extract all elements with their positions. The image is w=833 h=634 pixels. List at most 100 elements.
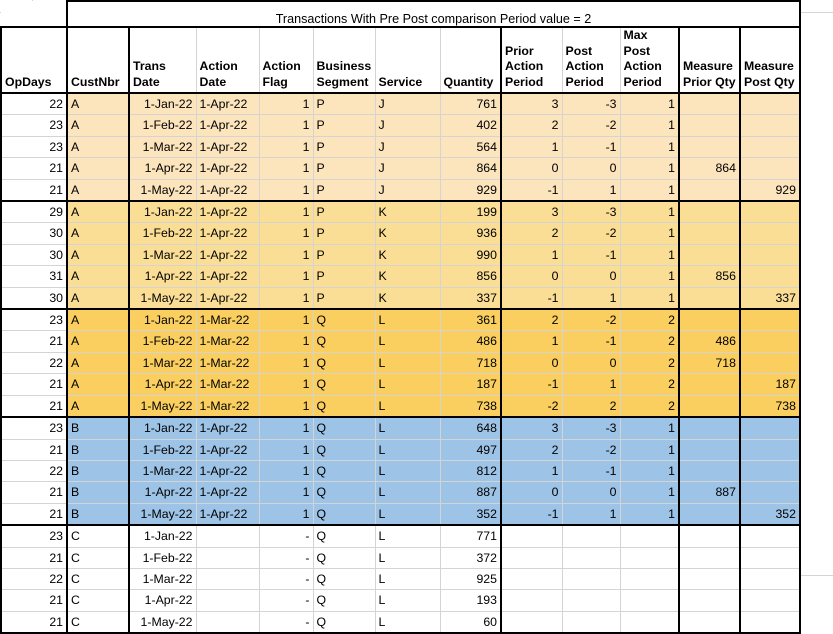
cell-opdays[interactable]: 23 [0, 524, 68, 548]
cell-service[interactable]: J [375, 136, 441, 159]
cell-action_date[interactable]: 1-Apr-22 [196, 200, 260, 224]
cell-custnbr[interactable]: A [67, 222, 130, 245]
cell-max_post_action[interactable]: 1 [620, 287, 680, 311]
cell-prior_action[interactable]: 1 [501, 460, 563, 483]
cell-post_action[interactable]: 0 [562, 157, 621, 180]
cell-business_segment[interactable]: P [313, 265, 376, 288]
cell-post_action[interactable]: 1 [562, 287, 621, 311]
cell-max_post_action[interactable]: 1 [620, 265, 680, 288]
table-row[interactable]: 21 A 1-Feb-22 1-Mar-22 1 Q L 486 1 -1 2 486 [0, 330, 801, 353]
table-row[interactable]: 22 B 1-Mar-22 1-Apr-22 1 Q L 812 1 -1 1 [0, 460, 801, 483]
cell-prior_action[interactable]: 0 [501, 352, 563, 375]
cell-opdays[interactable]: 21 [0, 503, 68, 527]
column-header-post_action[interactable]: Post Action Period [562, 26, 621, 94]
cell-action_date[interactable]: 1-Apr-22 [196, 157, 260, 180]
cell-action_flag[interactable]: 1 [259, 244, 314, 267]
cell-action_date[interactable]: 1-Apr-22 [196, 439, 260, 461]
cell-business_segment[interactable]: P [313, 114, 376, 137]
cell-opdays[interactable]: 21 [0, 395, 68, 419]
cell-custnbr[interactable]: B [67, 460, 130, 483]
cell-post_action[interactable]: 2 [562, 395, 621, 419]
cell-trans_date[interactable]: 1-Jan-22 [129, 92, 197, 116]
cell-quantity[interactable]: 60 [440, 611, 502, 634]
cell-prior_action[interactable]: 1 [501, 136, 563, 159]
cell-measure_prior[interactable]: 856 [679, 265, 741, 288]
cell-service[interactable]: K [375, 287, 441, 311]
cell-prior_action[interactable] [501, 547, 563, 569]
cell-max_post_action[interactable]: 2 [620, 352, 680, 375]
cell-action_flag[interactable]: 1 [259, 439, 314, 461]
cell-service[interactable]: L [375, 439, 441, 461]
cell-max_post_action[interactable]: 1 [620, 179, 680, 203]
cell-prior_action[interactable]: 2 [501, 439, 563, 461]
cell-prior_action[interactable]: 2 [501, 222, 563, 245]
cell-action_flag[interactable]: 1 [259, 308, 314, 332]
cell-trans_date[interactable]: 1-Apr-22 [129, 481, 197, 504]
table-row[interactable]: 21 C 1-Feb-22 - Q L 372 [0, 547, 801, 569]
cell-post_action[interactable] [562, 524, 621, 548]
cell-max_post_action[interactable] [620, 547, 680, 569]
cell-action_date[interactable] [196, 589, 260, 612]
cell-action_flag[interactable]: 1 [259, 157, 314, 180]
cell-action_date[interactable]: 1-Apr-22 [196, 92, 260, 116]
cell-max_post_action[interactable]: 2 [620, 395, 680, 419]
cell-custnbr[interactable]: B [67, 481, 130, 504]
cell-business_segment[interactable]: P [313, 200, 376, 224]
cell-quantity[interactable]: 887 [440, 481, 502, 504]
cell-measure_prior[interactable] [679, 92, 741, 116]
cell-action_flag[interactable]: 1 [259, 460, 314, 483]
cell-business_segment[interactable]: P [313, 287, 376, 311]
cell-post_action[interactable]: -2 [562, 222, 621, 245]
table-row[interactable]: 30 A 1-Feb-22 1-Apr-22 1 P K 936 2 -2 1 [0, 222, 801, 245]
cell-measure_prior[interactable]: 486 [679, 330, 741, 353]
cell-action_flag[interactable]: - [259, 611, 314, 634]
cell-max_post_action[interactable]: 1 [620, 114, 680, 137]
cell-post_action[interactable]: -1 [562, 330, 621, 353]
cell-custnbr[interactable]: B [67, 503, 130, 527]
cell-custnbr[interactable]: A [67, 157, 130, 180]
cell-custnbr[interactable]: C [67, 524, 130, 548]
cell-custnbr[interactable]: C [67, 589, 130, 612]
cell-measure_post[interactable] [740, 589, 801, 612]
cell-max_post_action[interactable]: 1 [620, 92, 680, 116]
cell-trans_date[interactable]: 1-May-22 [129, 287, 197, 311]
table-row[interactable]: 23 B 1-Jan-22 1-Apr-22 1 Q L 648 3 -3 1 [0, 416, 801, 440]
cell-service[interactable]: L [375, 460, 441, 483]
cell-trans_date[interactable]: 1-Apr-22 [129, 373, 197, 396]
cell-trans_date[interactable]: 1-Feb-22 [129, 222, 197, 245]
cell-action_date[interactable]: 1-Mar-22 [196, 395, 260, 419]
cell-measure_prior[interactable] [679, 287, 741, 311]
cell-opdays[interactable]: 22 [0, 92, 68, 116]
cell-max_post_action[interactable]: 1 [620, 481, 680, 504]
cell-measure_prior[interactable] [679, 589, 741, 612]
cell-action_date[interactable] [196, 568, 260, 591]
table-row[interactable]: 30 A 1-May-22 1-Apr-22 1 P K 337 -1 1 1 337 [0, 287, 801, 311]
cell-measure_prior[interactable] [679, 373, 741, 396]
cell-action_date[interactable] [196, 524, 260, 548]
column-header-service[interactable]: Service [375, 26, 441, 94]
cell-quantity[interactable]: 856 [440, 265, 502, 288]
cell-trans_date[interactable]: 1-Mar-22 [129, 352, 197, 375]
cell-action_date[interactable]: 1-Apr-22 [196, 222, 260, 245]
cell-opdays[interactable]: 22 [0, 568, 68, 591]
cell-post_action[interactable]: -3 [562, 92, 621, 116]
cell-custnbr[interactable]: A [67, 287, 130, 311]
cell-business_segment[interactable]: Q [313, 524, 376, 548]
cell-action_date[interactable]: 1-Apr-22 [196, 460, 260, 483]
cell-quantity[interactable]: 337 [440, 287, 502, 311]
table-row[interactable]: 21 C 1-Apr-22 - Q L 193 [0, 589, 801, 612]
cell-post_action[interactable] [562, 547, 621, 569]
cell-opdays[interactable]: 21 [0, 330, 68, 353]
table-row[interactable]: 22 A 1-Mar-22 1-Mar-22 1 Q L 718 0 0 2 718 [0, 352, 801, 375]
cell-measure_prior[interactable] [679, 416, 741, 440]
cell-prior_action[interactable]: -1 [501, 503, 563, 527]
cell-measure_post[interactable] [740, 244, 801, 267]
cell-opdays[interactable]: 23 [0, 136, 68, 159]
cell-action_flag[interactable]: 1 [259, 503, 314, 527]
cell-prior_action[interactable]: 3 [501, 92, 563, 116]
cell-action_flag[interactable]: 1 [259, 114, 314, 137]
cell-post_action[interactable]: -1 [562, 244, 621, 267]
cell-opdays[interactable]: 30 [0, 244, 68, 267]
column-header-action_flag[interactable]: Action Flag [259, 26, 314, 94]
cell-measure_post[interactable]: 929 [740, 179, 801, 203]
